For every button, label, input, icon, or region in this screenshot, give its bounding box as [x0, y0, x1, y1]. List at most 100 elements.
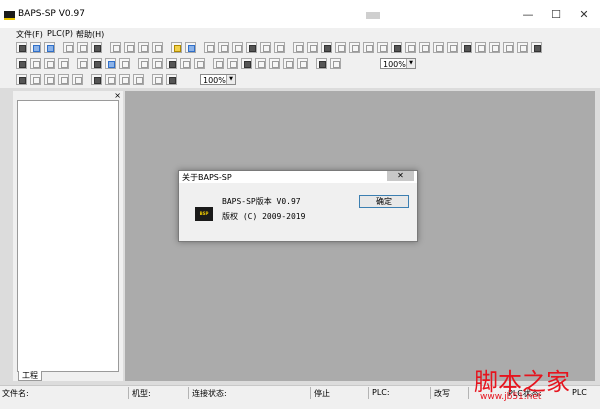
undo-icon[interactable]	[124, 42, 135, 53]
offline-icon[interactable]	[391, 42, 402, 53]
dialog-close-button[interactable]: ✕	[387, 171, 414, 181]
insert-col-icon[interactable]	[44, 58, 55, 69]
minimize-button[interactable]: —	[514, 7, 542, 23]
copy-icon[interactable]	[91, 42, 102, 53]
function-icon[interactable]	[274, 42, 285, 53]
title-bar-blur	[366, 12, 380, 19]
mul-icon[interactable]	[269, 58, 280, 69]
tab-project[interactable]: 工程	[18, 371, 42, 381]
chevron-down-icon: ▼	[226, 75, 235, 84]
cut-icon[interactable]	[77, 42, 88, 53]
sub-icon[interactable]	[255, 58, 266, 69]
menu-help[interactable]: 帮助(H)	[76, 29, 104, 40]
set-icon[interactable]	[166, 58, 177, 69]
il-icon[interactable]	[489, 42, 500, 53]
close-contact-icon[interactable]	[119, 58, 130, 69]
window-title: BAPS-SP V0.97	[18, 9, 85, 19]
run-icon[interactable]	[349, 42, 360, 53]
fall-icon[interactable]	[152, 58, 163, 69]
new-icon[interactable]	[16, 42, 27, 53]
delete-col-icon[interactable]	[58, 58, 69, 69]
div-icon[interactable]	[283, 58, 294, 69]
zoom-select-2[interactable]: 100% ▼	[200, 74, 236, 85]
delete-row-icon[interactable]	[30, 58, 41, 69]
redo-icon[interactable]	[138, 42, 149, 53]
status-plc-end: PLC	[572, 388, 587, 397]
download-icon[interactable]	[321, 42, 332, 53]
block-icon[interactable]	[91, 74, 102, 85]
option-icon[interactable]	[447, 42, 458, 53]
var-icon[interactable]	[119, 74, 130, 85]
insert-row-icon[interactable]	[16, 58, 27, 69]
status-file: 文件名:	[2, 389, 29, 398]
paste-icon[interactable]	[110, 42, 121, 53]
open-icon[interactable]	[30, 42, 41, 53]
upload-icon[interactable]	[335, 42, 346, 53]
arrow-icon[interactable]	[293, 42, 304, 53]
zoom-out-icon[interactable]	[330, 58, 341, 69]
zoom-value-2: 100%	[203, 76, 226, 85]
counter-icon[interactable]	[260, 42, 271, 53]
monitor-icon[interactable]	[185, 42, 196, 53]
ladder-icon[interactable]	[204, 42, 215, 53]
graph-icon[interactable]	[433, 42, 444, 53]
step-icon[interactable]	[16, 74, 27, 85]
help-icon[interactable]	[531, 42, 542, 53]
sfc-icon[interactable]	[503, 42, 514, 53]
save-icon[interactable]	[44, 42, 55, 53]
end-icon[interactable]	[72, 74, 83, 85]
online-icon[interactable]	[377, 42, 388, 53]
dialog-title-bar: 关于BAPS-SP ✕	[179, 171, 417, 183]
rise-icon[interactable]	[138, 58, 149, 69]
chevron-down-icon: ▼	[406, 59, 415, 68]
coil-icon[interactable]	[232, 42, 243, 53]
h-line-icon[interactable]	[77, 58, 88, 69]
menu-plc[interactable]: PLC(P)	[47, 29, 73, 38]
open-contact-icon[interactable]	[105, 58, 116, 69]
compile-icon[interactable]	[307, 42, 318, 53]
device-icon[interactable]	[405, 42, 416, 53]
table-icon[interactable]	[419, 42, 430, 53]
output-icon[interactable]	[194, 58, 205, 69]
maximize-button[interactable]: ☐	[542, 7, 570, 23]
jump-icon[interactable]	[58, 74, 69, 85]
print-icon[interactable]	[63, 42, 74, 53]
project-panel: × 工程	[13, 91, 123, 381]
timer-icon[interactable]	[246, 42, 257, 53]
status-separator	[468, 387, 469, 399]
project-tree[interactable]	[17, 100, 119, 372]
find-icon[interactable]	[152, 42, 163, 53]
toolbar-edit: 100% ▼	[0, 56, 600, 72]
fbd-icon[interactable]	[517, 42, 528, 53]
zoom-value: 100%	[383, 60, 406, 69]
transition-icon[interactable]	[30, 74, 41, 85]
zoom-out-icon[interactable]	[166, 74, 177, 85]
status-separator	[310, 387, 311, 399]
app-logo-icon	[4, 11, 15, 20]
zoom-in-icon[interactable]	[152, 74, 163, 85]
cmp-icon[interactable]	[227, 58, 238, 69]
panel-close-icon[interactable]: ×	[114, 91, 121, 100]
add-icon[interactable]	[241, 58, 252, 69]
menu-file[interactable]: 文件(F)	[16, 29, 43, 40]
stop-icon[interactable]	[363, 42, 374, 53]
ok-button[interactable]: 确定	[359, 195, 409, 208]
zoom-in-icon[interactable]	[316, 58, 327, 69]
mov-icon[interactable]	[213, 58, 224, 69]
zoom-select[interactable]: 100% ▼	[380, 58, 416, 69]
status-separator	[188, 387, 189, 399]
contact-icon[interactable]	[218, 42, 229, 53]
link-icon[interactable]	[105, 74, 116, 85]
bulb-icon[interactable]	[171, 42, 182, 53]
tool-icon[interactable]	[461, 42, 472, 53]
menu-bar: 文件(F) PLC(P) 帮助(H)	[0, 28, 600, 40]
comment-icon[interactable]	[297, 58, 308, 69]
status-plc: PLC:	[372, 388, 390, 397]
close-button[interactable]: ✕	[570, 7, 598, 23]
v-line-icon[interactable]	[91, 58, 102, 69]
branch-icon[interactable]	[44, 74, 55, 85]
param-icon[interactable]	[133, 74, 144, 85]
reset-icon[interactable]	[180, 58, 191, 69]
app-window: BAPS-SP V0.97 — ☐ ✕ 文件(F) PLC(P) 帮助(H) 1…	[0, 0, 600, 409]
ld-icon[interactable]	[475, 42, 486, 53]
